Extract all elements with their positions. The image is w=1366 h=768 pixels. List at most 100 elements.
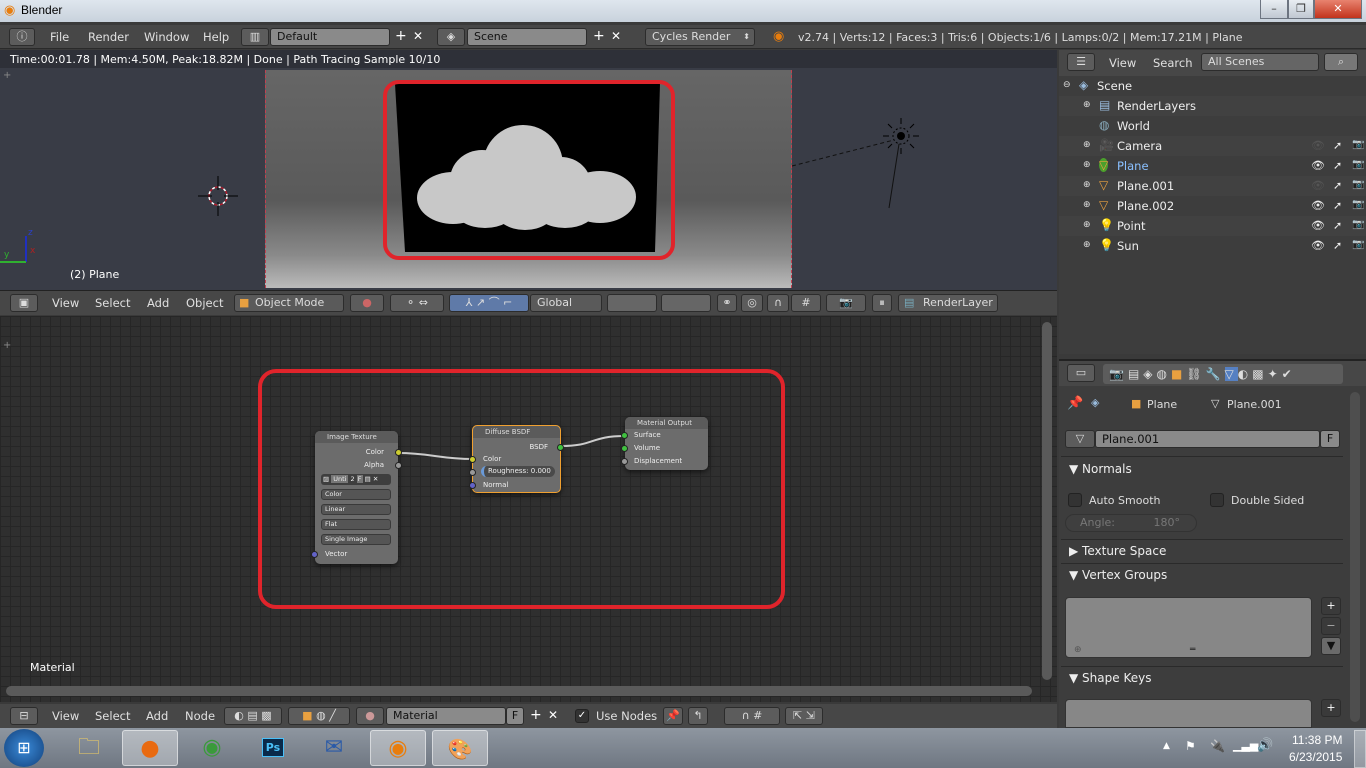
scene-selector[interactable]: ◈ (437, 28, 465, 46)
visibility-eye-icon[interactable]: 👁 (1311, 179, 1325, 192)
menu-file[interactable]: File (50, 30, 69, 44)
node-editor[interactable]: + + Material Image Texture Color Alpha ▨… (0, 316, 1057, 702)
tab-physics-icon[interactable]: ✔ (1282, 367, 1296, 381)
tab-constraints-icon[interactable]: ⛓ (1186, 367, 1205, 381)
menu-render[interactable]: Render (88, 30, 129, 44)
mode-dropdown[interactable]: ■ Object Mode (234, 294, 344, 312)
add-shape-key-button[interactable]: + (1321, 699, 1341, 717)
menu-select[interactable]: Select (95, 709, 130, 723)
network-icon[interactable]: ▁▃▅ (1233, 739, 1258, 752)
resize-handle-icon[interactable]: ═ (1190, 645, 1195, 655)
parent-tree-button[interactable]: ↰ (688, 707, 708, 725)
visibility-eye-icon[interactable]: 👁 (1311, 139, 1325, 152)
shader-type-buttons[interactable]: ◐ ▤ ▩ (224, 707, 282, 725)
unlink-material-button[interactable]: ✕ (548, 708, 558, 722)
pin-icon[interactable]: 📌 (1067, 396, 1083, 411)
editor-type-3d-button[interactable]: ▣ (10, 294, 38, 312)
taskbar-blender[interactable]: ◉ (370, 730, 426, 766)
taskbar-chrome[interactable]: ◉ (184, 730, 240, 766)
tab-object-icon[interactable]: ■ (1171, 367, 1186, 381)
menu-select[interactable]: Select (95, 296, 130, 310)
selectability-cursor-icon[interactable]: ➚ (1333, 199, 1342, 212)
outliner-item-plane[interactable]: ⊕ ▽ Plane 👁 ➚ 📷 (1059, 156, 1366, 176)
outliner-item-label[interactable]: RenderLayers (1117, 99, 1196, 113)
visibility-eye-icon[interactable]: 👁 (1311, 219, 1325, 232)
taskbar-firefox[interactable]: ● (122, 730, 178, 766)
pin-button[interactable]: 📌 (663, 707, 683, 725)
panel-shape-keys-header[interactable]: ▼ Shape Keys (1069, 671, 1151, 685)
tab-particles-icon[interactable]: ✦ (1268, 367, 1282, 381)
tab-render-icon[interactable]: 📷 (1109, 367, 1128, 381)
region-expand-icon[interactable]: + (3, 70, 11, 81)
orientation-dropdown[interactable]: Global (530, 294, 602, 312)
taskbar-explorer[interactable]: 🗀 (61, 730, 117, 766)
manipulator-buttons[interactable]: ⅄ ↗ ⌒ ⌐ (449, 294, 529, 312)
outliner-item-label[interactable]: Point (1117, 219, 1146, 233)
material-browse-button[interactable]: ● (356, 707, 384, 725)
selectability-cursor-icon[interactable]: ➚ (1333, 219, 1342, 232)
lock-layers-button[interactable]: ⚭ (717, 294, 737, 312)
renderability-camera-icon[interactable]: 📷 (1352, 199, 1364, 210)
renderability-camera-icon[interactable]: 📷 (1352, 219, 1364, 230)
power-icon[interactable]: 🔌 (1210, 739, 1225, 753)
vertex-group-specials-button[interactable]: ▼ (1321, 637, 1341, 655)
editor-type-outliner-button[interactable]: ☰ (1067, 53, 1095, 71)
clock-time[interactable]: 11:38 PM (1292, 733, 1342, 747)
tab-scene-icon[interactable]: ◈ (1143, 367, 1156, 381)
filter-options-icon[interactable]: ⊕ (1074, 645, 1082, 655)
outliner-item-point[interactable]: ⊕ 💡 Point 👁 ➚ 📷 (1059, 216, 1366, 236)
render-layer-button[interactable]: ▤ RenderLayer (898, 294, 998, 312)
menu-help[interactable]: Help (203, 30, 229, 44)
menu-window[interactable]: Window (144, 30, 189, 44)
properties-context-tabs[interactable]: 📷▤◈◍■⛓🔧▽◐▩✦✔ (1103, 364, 1343, 384)
outliner-item-renderlayers[interactable]: ⊕ ▤ RenderLayers (1059, 96, 1366, 116)
mesh-browse-button[interactable]: ▽ (1065, 430, 1095, 448)
expand-toggle-icon[interactable]: ⊕ (1083, 100, 1091, 110)
editor-type-properties-button[interactable]: ▭ (1067, 364, 1095, 382)
outliner-item-plane-001[interactable]: ⊕ ▽ Plane.001 👁 ➚ 📷 (1059, 176, 1366, 196)
expand-toggle-icon[interactable]: ⊕ (1083, 160, 1091, 170)
editor-type-node-button[interactable]: ⊟ (10, 707, 38, 725)
display-mode-dropdown[interactable]: All Scenes (1201, 53, 1319, 71)
minimize-button[interactable]: – (1260, 0, 1288, 19)
show-hidden-icons[interactable]: ▲ (1163, 741, 1170, 751)
screen-layout-field[interactable]: Default (270, 28, 390, 46)
outliner-item-scene[interactable]: ⊖ ◈ Scene (1059, 76, 1366, 96)
snap-element-button[interactable]: # (791, 294, 821, 312)
snap-button[interactable]: ∩ (767, 294, 789, 312)
outliner-item-label[interactable]: World (1117, 119, 1150, 133)
outliner-item-label[interactable]: Sun (1117, 239, 1139, 253)
delete-scene-button[interactable]: ✕ (611, 29, 621, 43)
visibility-eye-icon[interactable]: 👁 (1311, 239, 1325, 252)
menu-view[interactable]: View (1109, 56, 1136, 70)
menu-add[interactable]: Add (147, 296, 169, 310)
menu-node[interactable]: Node (185, 709, 215, 723)
add-vertex-group-button[interactable]: + (1321, 597, 1341, 615)
close-window-button[interactable]: ✕ (1314, 0, 1362, 19)
outliner-item-camera[interactable]: ⊕ 🎥 Camera 👁 ➚ 📷 (1059, 136, 1366, 156)
expand-toggle-icon[interactable]: ⊕ (1083, 220, 1091, 230)
expand-toggle-icon[interactable]: ⊕ (1083, 180, 1091, 190)
selectability-cursor-icon[interactable]: ➚ (1333, 139, 1342, 152)
screen-layout-selector[interactable]: ▥ (241, 28, 269, 46)
taskbar-paint[interactable]: 🎨 (432, 730, 488, 766)
shader-context-buttons[interactable]: ■ ◍ ╱ (288, 707, 350, 725)
copy-paste-buttons[interactable]: ⇱ ⇲ (785, 707, 823, 725)
outliner-item-label[interactable]: Plane (1117, 159, 1149, 173)
start-button[interactable]: ⊞ (4, 729, 44, 767)
vertex-groups-list[interactable]: ⊕ ═ (1065, 597, 1312, 658)
layers-grid-2[interactable] (661, 294, 711, 312)
viewport-shading-button[interactable]: ● (350, 294, 384, 312)
render-buttons[interactable]: 📷 (826, 294, 866, 312)
new-material-button[interactable]: + (530, 707, 542, 723)
add-screen-button[interactable]: + (395, 28, 407, 44)
layers-grid-1[interactable] (607, 294, 657, 312)
proportional-edit-button[interactable]: ◎ (741, 294, 763, 312)
renderability-camera-icon[interactable]: 📷 (1352, 139, 1364, 150)
expand-toggle-icon[interactable]: ⊕ (1083, 140, 1091, 150)
tab-world-icon[interactable]: ◍ (1157, 367, 1171, 381)
tab-modifiers-icon[interactable]: 🔧 (1206, 367, 1225, 381)
use-nodes-checkbox[interactable]: ✓ (575, 709, 589, 723)
renderability-camera-icon[interactable]: 📷 (1352, 239, 1364, 250)
shape-keys-list[interactable] (1065, 699, 1312, 728)
